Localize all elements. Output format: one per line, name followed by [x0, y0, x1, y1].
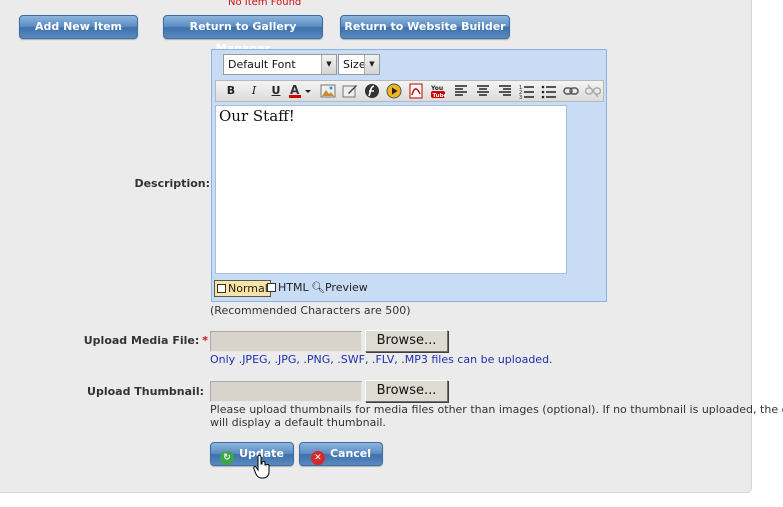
- media-browse-button[interactable]: Browse...: [365, 330, 448, 352]
- underline-icon[interactable]: U: [267, 83, 285, 99]
- cancel-icon: ✕: [310, 451, 325, 465]
- notice-message: No Item Found: [228, 0, 302, 8]
- magnifier-icon: 🔍︎: [311, 281, 325, 294]
- thumbnail-browse-button[interactable]: Browse...: [365, 380, 448, 402]
- chevron-down-icon: ▼: [364, 55, 379, 74]
- media-icon[interactable]: [385, 83, 403, 99]
- refresh-icon: ↻: [220, 451, 235, 465]
- tab-preview[interactable]: 🔍︎Preview: [309, 280, 370, 297]
- ordered-list-icon[interactable]: 123: [518, 83, 536, 101]
- size-select[interactable]: Size ▼: [338, 54, 380, 75]
- tab-html-label: HTML: [278, 281, 309, 294]
- upload-media-label-text: Upload Media File:: [83, 334, 200, 347]
- flash-icon[interactable]: [363, 83, 381, 99]
- svg-text:Tube: Tube: [433, 93, 447, 99]
- description-textarea[interactable]: Our Staff!: [215, 105, 567, 274]
- upload-media-file-input[interactable]: [210, 331, 362, 352]
- description-label: Description:: [134, 177, 210, 190]
- align-center-icon[interactable]: [474, 83, 492, 99]
- add-new-item-button[interactable]: Add New Item: [19, 15, 138, 39]
- svg-text:You: You: [430, 85, 443, 92]
- font-select-value: Default Font: [228, 58, 296, 71]
- tab-html[interactable]: HTML: [265, 280, 311, 297]
- editor-toolbar-formatting: B I U A You Tube 1 2 3: [215, 80, 604, 102]
- editor-mode-tabs: Normal HTML 🔍︎Preview: [214, 280, 514, 298]
- rich-text-editor: Default Font ▼ Size ▼ B I U A You Tube 1…: [211, 49, 607, 302]
- update-button[interactable]: ↻ Update: [210, 442, 294, 466]
- svg-text:A: A: [290, 83, 300, 97]
- media-file-types-hint: Only .JPEG, .JPG, .PNG, .SWF, .FLV, .MP3…: [210, 353, 553, 366]
- cancel-button[interactable]: ✕ Cancel: [299, 442, 383, 466]
- tab-normal-label: Normal: [228, 282, 268, 295]
- size-select-value: Size: [343, 58, 366, 71]
- tab-preview-label: Preview: [324, 281, 368, 294]
- upload-media-label: Upload Media File: *: [60, 334, 208, 347]
- cancel-button-label: Cancel: [329, 447, 372, 460]
- edit-image-icon[interactable]: [341, 83, 359, 99]
- hand-cursor-icon: [253, 455, 270, 479]
- editor-toolbar-top: Default Font ▼ Size ▼: [216, 54, 602, 76]
- html-mode-icon: [267, 283, 276, 292]
- font-select[interactable]: Default Font ▼: [223, 54, 337, 75]
- align-right-icon[interactable]: [496, 83, 514, 99]
- italic-icon[interactable]: I: [245, 83, 263, 99]
- content-panel: No Item Found Add New Item Return to Gal…: [0, 0, 783, 493]
- svg-text:3: 3: [519, 95, 522, 99]
- font-color-icon[interactable]: A: [288, 83, 314, 99]
- required-marker: *: [202, 334, 208, 347]
- upload-thumbnail-label: Upload Thumbnail:: [87, 385, 204, 398]
- thumbnail-hint-line-2: will display a default thumbnail.: [210, 416, 386, 429]
- align-left-icon[interactable]: [452, 83, 470, 99]
- link-icon[interactable]: [562, 83, 580, 99]
- thumbnail-hint-line-1: Please upload thumbnails for media files…: [210, 403, 783, 416]
- unlink-icon[interactable]: [584, 83, 602, 99]
- youtube-icon[interactable]: You Tube: [429, 83, 448, 99]
- tab-normal[interactable]: Normal: [214, 280, 271, 297]
- return-to-gallery-manager-button[interactable]: Return to Gallery Manager: [163, 15, 323, 55]
- recommended-characters-note: (Recommended Characters are 500): [210, 304, 411, 317]
- normal-mode-icon: [217, 284, 226, 293]
- insert-image-icon[interactable]: [319, 83, 337, 99]
- bold-icon[interactable]: B: [222, 83, 240, 99]
- return-to-website-builder-button[interactable]: Return to Website Builder: [340, 15, 510, 39]
- upload-thumbnail-input[interactable]: [210, 381, 362, 402]
- unordered-list-icon[interactable]: [540, 83, 558, 99]
- pdf-icon[interactable]: [407, 83, 425, 99]
- chevron-down-icon: ▼: [321, 55, 336, 74]
